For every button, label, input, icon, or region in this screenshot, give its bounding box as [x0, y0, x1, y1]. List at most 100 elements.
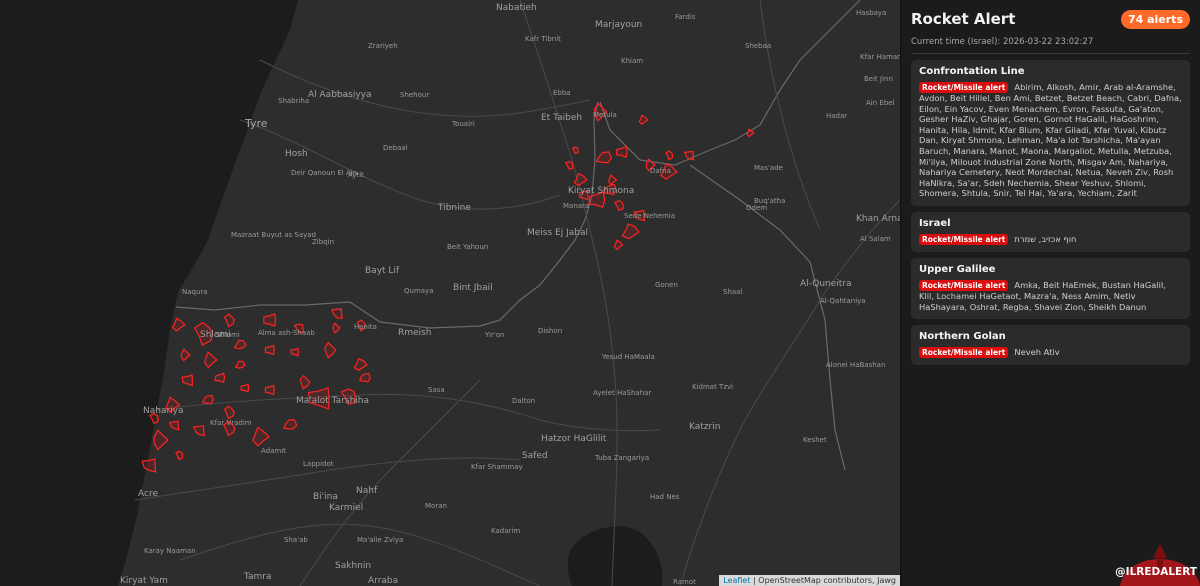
alert-zone[interactable]	[564, 161, 574, 170]
place-label: Yesud HaMaala	[602, 353, 655, 361]
alert-zone[interactable]	[204, 351, 218, 369]
place-label: Lappidot	[303, 460, 334, 468]
alert-zone[interactable]	[571, 146, 579, 155]
alert-zone[interactable]	[264, 344, 275, 356]
place-label: Al-Qahtaniya	[820, 297, 866, 305]
region-name: Northern Golan	[919, 331, 1006, 343]
place-label: Nahariya	[143, 406, 184, 416]
place-label: Keshet	[803, 436, 827, 444]
place-label: Al Salam	[860, 235, 891, 243]
region-places: חוף אכזיב, שמרת	[1014, 233, 1077, 244]
place-label: Debaal	[383, 144, 408, 152]
alert-zone[interactable]	[621, 223, 640, 240]
place-label: Sha'ab	[284, 536, 308, 544]
alert-zone[interactable]	[264, 384, 275, 396]
place-label: Rmeish	[398, 328, 432, 338]
alert-zone[interactable]	[223, 313, 235, 328]
place-label: Karmiel	[329, 503, 364, 513]
place-label: Et Taibeh	[541, 113, 583, 123]
place-label: Karay Naaman	[144, 547, 196, 555]
alert-zone[interactable]	[330, 308, 343, 319]
place-label: Bint Jbail	[453, 283, 493, 293]
place-label: Beit Jinn	[864, 75, 893, 83]
alert-zone[interactable]	[683, 150, 695, 161]
place-label: Touairi	[452, 120, 475, 128]
alert-zone[interactable]	[214, 372, 226, 384]
alert-zone[interactable]	[223, 405, 235, 420]
place-label: Al Aabbasiyya	[308, 90, 372, 100]
place-label: Metula	[593, 111, 617, 119]
alert-zone[interactable]	[233, 339, 247, 350]
alert-zone[interactable]	[358, 372, 371, 383]
place-label: Khan Arnaba	[856, 214, 900, 224]
place-label: Arraba	[368, 576, 399, 586]
alert-zone[interactable]	[171, 317, 186, 332]
leaflet-link[interactable]: Leaflet	[723, 576, 750, 585]
place-label: Marjayoun	[595, 20, 643, 30]
alert-zone[interactable]	[181, 374, 194, 387]
alert-zone[interactable]	[614, 200, 624, 211]
place-label: Ma'alot Tarshiha	[296, 396, 370, 406]
alert-zone[interactable]	[168, 420, 180, 431]
alert-type-tag: Rocket/Missile alert	[919, 82, 1009, 93]
alert-zone[interactable]	[607, 174, 618, 186]
alert-zone[interactable]	[263, 313, 277, 327]
place-label: Al-Quneitra	[800, 279, 852, 289]
alert-zone[interactable]	[282, 419, 298, 430]
alert-zone[interactable]	[332, 322, 341, 334]
alert-zone[interactable]	[613, 239, 624, 251]
place-label: Hatzor HaGlilit	[541, 434, 607, 444]
place-label: Dalton	[512, 397, 536, 405]
alert-zone[interactable]	[324, 341, 337, 359]
alert-zone[interactable]	[615, 145, 628, 159]
attribution-text: | OpenStreetMap contributors, Jawg	[750, 576, 896, 585]
place-label: Naqura	[182, 288, 208, 296]
region-card-israel[interactable]: Israel Rocket/Missile alert חוף אכזיב, שמ…	[911, 211, 1190, 252]
alert-map[interactable]: Nabatieh Marjayoun Tyre Al Aabbasiyya Hosh Et…	[0, 0, 900, 586]
region-card-northern-golan[interactable]: Northern Golan Rocket/Missile alert Neveh…	[911, 325, 1190, 366]
place-label: Hanita	[354, 323, 377, 331]
place-label: Kfar Vradim	[210, 419, 252, 427]
divider	[911, 53, 1190, 54]
place-label: Adamit	[261, 447, 286, 455]
region-card-confrontation-line[interactable]: Confrontation Line Rocket/Missile alert A…	[911, 60, 1190, 206]
alert-zone[interactable]	[240, 383, 250, 393]
alert-zone[interactable]	[234, 360, 246, 369]
rocket-logo-icon	[1120, 544, 1200, 586]
place-label: Kafr Tibnit	[525, 35, 561, 43]
place-label: Katzrin	[689, 422, 721, 432]
alert-zone[interactable]	[201, 394, 215, 405]
place-label: Mas'ade	[754, 164, 783, 172]
place-label: Acre	[138, 489, 158, 499]
alert-zone[interactable]	[252, 426, 271, 447]
place-label: Yir'on	[485, 331, 505, 339]
place-label: Hadar	[826, 112, 848, 120]
place-label: Hosh	[285, 149, 308, 159]
alert-zone[interactable]	[290, 347, 300, 357]
map-attribution: Leaflet | OpenStreetMap contributors, Ja…	[719, 575, 900, 586]
alert-zone[interactable]	[353, 357, 368, 372]
alert-zone[interactable]	[175, 450, 184, 461]
place-label: Sede Nehemia	[624, 212, 676, 220]
place-label: Tibnine	[438, 203, 471, 213]
place-label: Tamra	[244, 572, 272, 582]
alert-type-tag: Rocket/Missile alert	[919, 233, 1009, 245]
alert-zone[interactable]	[192, 425, 205, 437]
alert-zone[interactable]	[746, 128, 755, 138]
place-label: Mazraat Buyut as Sayad	[231, 231, 316, 239]
place-label: Kfar Hamam	[860, 53, 900, 61]
region-name: Israel	[919, 217, 951, 229]
place-label: Dafna	[650, 167, 671, 175]
alert-zone[interactable]	[638, 114, 649, 125]
alert-zone[interactable]	[180, 348, 191, 362]
alert-zone[interactable]	[153, 429, 169, 451]
alert-zone[interactable]	[665, 150, 674, 161]
region-places: Neveh Ativ	[1014, 347, 1060, 358]
region-alert-text: Rocket/Missile alert Amka, Beit HaEmek, B…	[919, 279, 1182, 312]
alert-zone[interactable]	[595, 151, 613, 164]
place-label: Nabatieh	[496, 3, 537, 13]
place-label: Kadarim	[491, 527, 521, 535]
panel-header: Rocket Alert 74 alerts	[911, 9, 1190, 29]
region-card-upper-galilee[interactable]: Upper Galilee Rocket/Missile alert Amka, …	[911, 257, 1190, 320]
alert-zone[interactable]	[299, 374, 311, 390]
